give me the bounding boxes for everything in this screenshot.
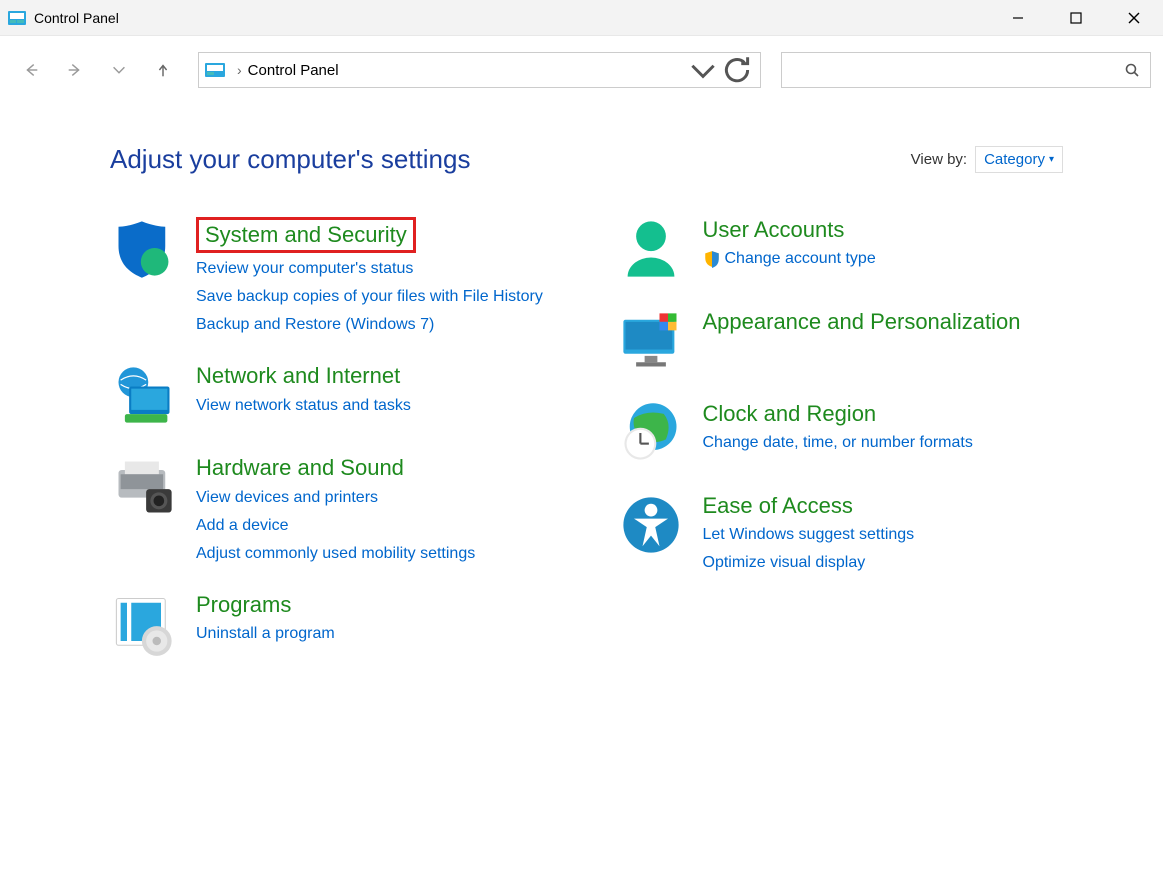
category-title[interactable]: Network and Internet	[196, 363, 411, 389]
category-column-left: System and Security Review your computer…	[110, 215, 557, 658]
category-network: Network and Internet View network status…	[110, 361, 557, 429]
category-link[interactable]: Change account type	[703, 247, 876, 271]
category-user-accounts: User Accounts Change account type	[617, 215, 1064, 283]
category-title[interactable]: Hardware and Sound	[196, 455, 475, 481]
category-link[interactable]: Change date, time, or number formats	[703, 431, 973, 455]
category-title[interactable]: Ease of Access	[703, 493, 915, 519]
titlebar: Control Panel	[0, 0, 1163, 36]
category-link[interactable]: Save backup copies of your files with Fi…	[196, 285, 543, 309]
category-link[interactable]: Let Windows suggest settings	[703, 523, 915, 547]
address-path: Control Panel	[248, 62, 686, 79]
search-input[interactable]	[792, 62, 1124, 78]
page-title: Adjust your computer's settings	[110, 144, 470, 175]
view-by: View by: Category ▾	[911, 146, 1063, 173]
refresh-button[interactable]	[720, 53, 754, 87]
category-title[interactable]: Clock and Region	[703, 401, 973, 427]
search-box[interactable]	[781, 52, 1151, 88]
recent-locations-button[interactable]	[100, 51, 138, 89]
maximize-button[interactable]	[1047, 0, 1105, 35]
category-column-right: User Accounts Change account type Appear…	[617, 215, 1064, 658]
minimize-button[interactable]	[989, 0, 1047, 35]
category-link[interactable]: Backup and Restore (Windows 7)	[196, 313, 543, 337]
printer-icon	[110, 453, 178, 521]
category-ease-of-access: Ease of Access Let Windows suggest setti…	[617, 491, 1064, 575]
category-title[interactable]: Programs	[196, 592, 335, 618]
chevron-right-icon: ›	[237, 62, 242, 78]
programs-icon	[110, 590, 178, 658]
network-icon	[110, 361, 178, 429]
window-title: Control Panel	[34, 10, 989, 26]
shield-icon	[110, 215, 178, 283]
header-row: Adjust your computer's settings View by:…	[110, 144, 1063, 175]
category-hardware: Hardware and Sound View devices and prin…	[110, 453, 557, 565]
clock-globe-icon	[617, 399, 685, 467]
user-icon	[617, 215, 685, 283]
view-by-label: View by:	[911, 151, 967, 168]
forward-button[interactable]	[56, 51, 94, 89]
back-button[interactable]	[12, 51, 50, 89]
window-controls	[989, 0, 1163, 35]
category-link[interactable]: View devices and printers	[196, 486, 475, 510]
category-clock: Clock and Region Change date, time, or n…	[617, 399, 1064, 467]
category-programs: Programs Uninstall a program	[110, 590, 557, 658]
address-icon	[205, 62, 225, 78]
navbar: › Control Panel	[0, 36, 1163, 104]
up-button[interactable]	[144, 51, 182, 89]
category-appearance: Appearance and Personalization	[617, 307, 1064, 375]
category-title[interactable]: Appearance and Personalization	[703, 309, 1021, 335]
address-bar[interactable]: › Control Panel	[198, 52, 761, 88]
content: Adjust your computer's settings View by:…	[0, 104, 1163, 658]
category-link[interactable]: Review your computer's status	[196, 257, 543, 281]
category-link[interactable]: Uninstall a program	[196, 622, 335, 646]
category-title-wrapper: System and Security	[196, 217, 543, 253]
close-button[interactable]	[1105, 0, 1163, 35]
chevron-down-icon: ▾	[1049, 154, 1054, 165]
uac-shield-icon	[703, 250, 721, 268]
address-dropdown-button[interactable]	[686, 53, 720, 87]
category-link[interactable]: Optimize visual display	[703, 551, 915, 575]
category-link-text: Change account type	[725, 247, 876, 271]
view-by-dropdown[interactable]: Category ▾	[975, 146, 1063, 173]
accessibility-icon	[617, 491, 685, 559]
category-link[interactable]: Add a device	[196, 514, 475, 538]
search-icon	[1124, 62, 1140, 78]
category-system-security: System and Security Review your computer…	[110, 215, 557, 337]
control-panel-icon	[8, 10, 26, 26]
monitor-icon	[617, 307, 685, 375]
categories: System and Security Review your computer…	[110, 215, 1063, 658]
view-by-value: Category	[984, 151, 1045, 168]
category-title[interactable]: System and Security	[196, 217, 416, 253]
category-link[interactable]: Adjust commonly used mobility settings	[196, 542, 475, 566]
category-title[interactable]: User Accounts	[703, 217, 876, 243]
category-link[interactable]: View network status and tasks	[196, 394, 411, 418]
